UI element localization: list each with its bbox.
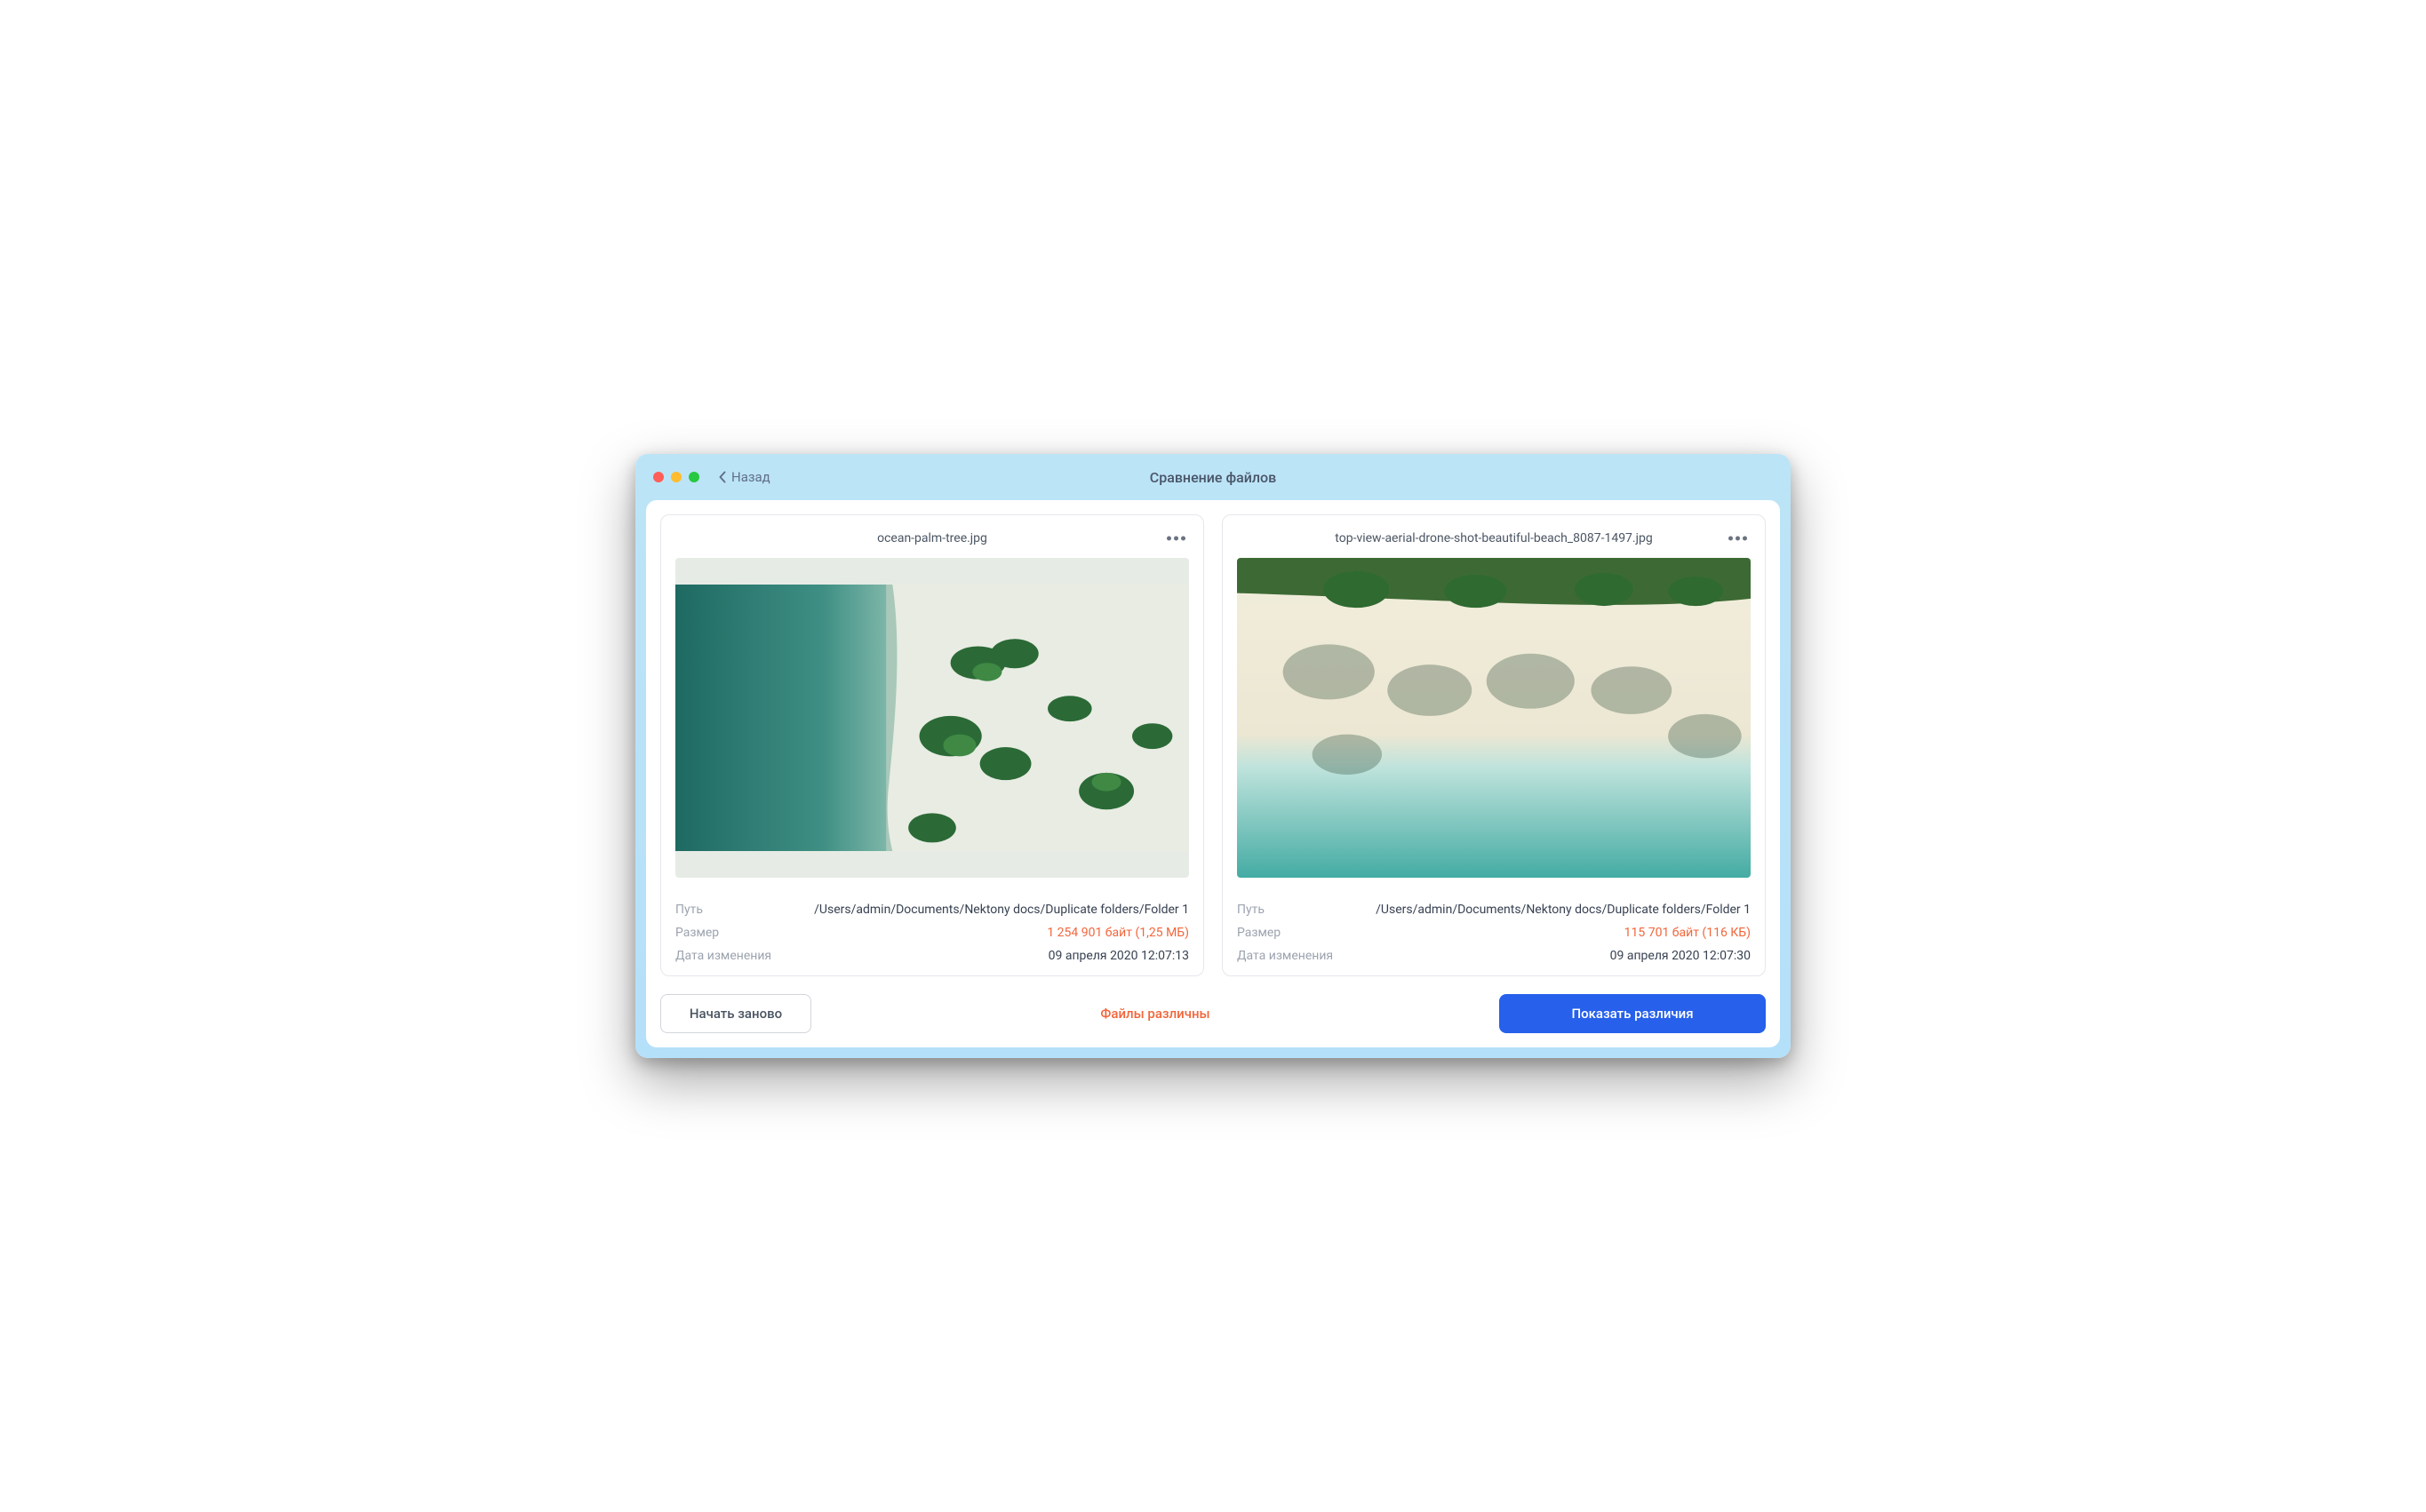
show-differences-button[interactable]: Показать различия: [1499, 994, 1766, 1033]
meta-size-row: Размер 1 254 901 байт (1,25 МБ): [675, 926, 1189, 940]
meta-modified-value: 09 апреля 2020 12:07:30: [1610, 949, 1751, 963]
file-card-header: top-view-aerial-drone-shot-beautiful-bea…: [1237, 529, 1751, 547]
restart-button[interactable]: Начать заново: [660, 994, 811, 1033]
file-name: top-view-aerial-drone-shot-beautiful-bea…: [1335, 531, 1652, 545]
meta-size-row: Размер 115 701 байт (116 КБ): [1237, 926, 1751, 940]
ellipsis-icon: [1167, 537, 1171, 541]
meta-modified-label: Дата изменения: [1237, 949, 1333, 963]
chevron-left-icon: [719, 471, 726, 483]
meta-path-row: Путь /Users/admin/Documents/Nektony docs…: [1237, 903, 1751, 917]
titlebar: Назад Сравнение файлов: [635, 454, 1791, 500]
file-card-header: ocean-palm-tree.jpg: [675, 529, 1189, 547]
image-preview: [675, 558, 1189, 878]
image-preview: [1237, 558, 1751, 878]
meta-path-value: /Users/admin/Documents/Nektony docs/Dupl…: [814, 903, 1189, 917]
meta-path-label: Путь: [1237, 903, 1265, 917]
zoom-window-button[interactable]: [689, 472, 699, 482]
main-content: ocean-palm-tree.jpg: [646, 500, 1780, 1047]
more-menu-button[interactable]: [1725, 533, 1751, 545]
close-window-button[interactable]: [653, 472, 664, 482]
app-window: Назад Сравнение файлов ocean-palm-tree.j…: [635, 454, 1791, 1058]
ellipsis-icon: [1728, 537, 1733, 541]
file-meta: Путь /Users/admin/Documents/Nektony docs…: [675, 903, 1189, 963]
file-meta: Путь /Users/admin/Documents/Nektony docs…: [1237, 903, 1751, 963]
file-card-right: top-view-aerial-drone-shot-beautiful-bea…: [1222, 514, 1766, 976]
footer: Начать заново Файлы различны Показать ра…: [660, 994, 1766, 1033]
compare-status: Файлы различны: [829, 1006, 1481, 1022]
window-title: Сравнение файлов: [635, 469, 1791, 486]
meta-modified-value: 09 апреля 2020 12:07:13: [1049, 949, 1189, 963]
minimize-window-button[interactable]: [671, 472, 682, 482]
meta-size-label: Размер: [675, 926, 719, 940]
meta-path-value: /Users/admin/Documents/Nektony docs/Dupl…: [1376, 903, 1751, 917]
meta-modified-row: Дата изменения 09 апреля 2020 12:07:13: [675, 949, 1189, 963]
window-controls: [653, 472, 699, 482]
meta-size-value: 1 254 901 байт (1,25 МБ): [1047, 926, 1189, 940]
meta-path-label: Путь: [675, 903, 703, 917]
back-label: Назад: [731, 469, 770, 485]
back-button[interactable]: Назад: [719, 469, 770, 485]
meta-size-value: 115 701 байт (116 КБ): [1624, 926, 1751, 940]
file-name: ocean-palm-tree.jpg: [877, 531, 987, 545]
meta-size-label: Размер: [1237, 926, 1281, 940]
meta-modified-row: Дата изменения 09 апреля 2020 12:07:30: [1237, 949, 1751, 963]
meta-modified-label: Дата изменения: [675, 949, 771, 963]
more-menu-button[interactable]: [1163, 533, 1189, 545]
file-card-left: ocean-palm-tree.jpg: [660, 514, 1204, 976]
meta-path-row: Путь /Users/admin/Documents/Nektony docs…: [675, 903, 1189, 917]
compare-row: ocean-palm-tree.jpg: [660, 514, 1766, 976]
